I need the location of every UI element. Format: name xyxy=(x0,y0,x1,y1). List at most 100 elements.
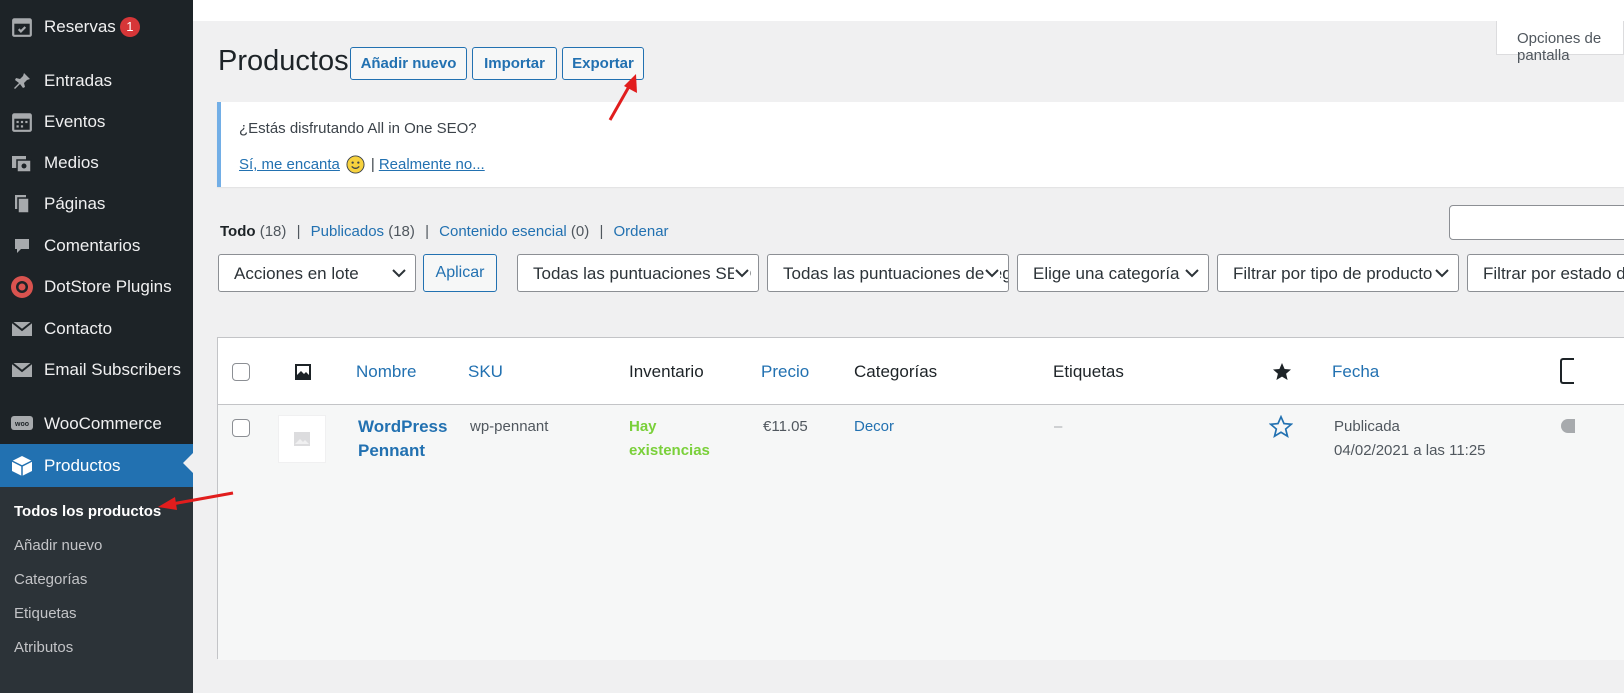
top-bar xyxy=(193,0,1624,21)
chevron-down-icon xyxy=(984,263,1000,288)
sidebar-item-eventos[interactable]: Eventos xyxy=(0,103,193,141)
export-button[interactable]: Exportar xyxy=(562,47,644,80)
submenu-item-categorias[interactable]: Categorías xyxy=(14,571,87,588)
product-price: €11.05 xyxy=(763,418,808,435)
products-table: Nombre SKU Inventario Precio Categorías … xyxy=(217,337,1624,660)
sidebar-item-paginas[interactable]: Páginas xyxy=(0,185,193,223)
featured-star-icon[interactable] xyxy=(1268,414,1294,444)
productos-submenu: Todos los productos Añadir nuevo Categor… xyxy=(0,487,193,693)
product-sku: wp-pennant xyxy=(470,418,549,435)
date-status: Publicada xyxy=(1334,418,1400,435)
comment-icon xyxy=(0,236,44,256)
featured-column-star-icon[interactable] xyxy=(1272,362,1292,387)
sidebar-item-contacto[interactable]: Contacto xyxy=(0,310,193,348)
seo-score-filter[interactable]: Todas las puntuaciones SEO xyxy=(517,254,759,292)
box-icon xyxy=(0,454,44,478)
view-count: (0) xyxy=(570,223,590,240)
bulk-actions-value: Acciones en lote xyxy=(234,264,359,283)
row-actions-dot xyxy=(1561,419,1575,433)
sidebar-item-label: Eventos xyxy=(44,112,106,131)
view-contenido-esencial[interactable]: Contenido esencial xyxy=(439,223,567,240)
add-new-button[interactable]: Añadir nuevo xyxy=(350,47,467,80)
view-publicados[interactable]: Publicados xyxy=(311,223,384,240)
product-category-link[interactable]: Decor xyxy=(854,415,894,439)
column-toggle-icon[interactable] xyxy=(1560,358,1574,384)
apply-button[interactable]: Aplicar xyxy=(423,254,497,292)
notice-links: Sí, me encanta | Realmente no... xyxy=(239,155,485,174)
page-title: Productos xyxy=(218,45,349,77)
notice-separator: | xyxy=(370,156,375,173)
sidebar-item-label: Reservas xyxy=(44,17,116,36)
product-type-filter[interactable]: Filtrar por tipo de producto xyxy=(1217,254,1459,292)
media-icon xyxy=(0,153,44,173)
notice-question: ¿Estás disfrutando All in One SEO? xyxy=(239,120,477,137)
seo-notice: ¿Estás disfrutando All in One SEO? Sí, m… xyxy=(217,102,1624,187)
date-value: 04/02/2021 a las 11:25 xyxy=(1334,442,1486,459)
stock-status: Hay existencias xyxy=(629,418,710,459)
row-checkbox[interactable] xyxy=(232,419,250,437)
sidebar-item-productos[interactable]: Productos xyxy=(0,444,193,487)
view-filters: Todo (18) | Publicados (18) | Contenido … xyxy=(220,223,669,240)
import-button[interactable]: Importar xyxy=(472,47,557,80)
mail-icon xyxy=(0,361,44,379)
sidebar-item-label: Contacto xyxy=(44,319,113,338)
chevron-down-icon xyxy=(734,263,750,288)
product-name-link[interactable]: WordPress Pennant xyxy=(358,415,458,463)
screen-options-button[interactable]: Opciones de pantalla xyxy=(1496,21,1624,64)
stock-status-filter[interactable]: Filtrar por estado de inventario xyxy=(1467,254,1624,292)
sidebar-item-medios[interactable]: Medios xyxy=(0,144,193,182)
sidebar-item-label: Medios xyxy=(44,153,99,172)
table-row: WordPress Pennant wp-pennant Hay existen… xyxy=(218,405,1624,660)
sidebar-item-comentarios[interactable]: Comentarios xyxy=(0,227,193,265)
product-tags: – xyxy=(1054,418,1063,435)
product-type-value: Filtrar por tipo de producto xyxy=(1233,264,1433,283)
image-column-icon xyxy=(294,363,312,386)
smiley-icon xyxy=(346,155,365,174)
notice-no-link[interactable]: Realmente no... xyxy=(379,156,485,173)
product-date: Publicada 04/02/2021 a las 11:25 xyxy=(1334,415,1486,463)
submenu-item-etiquetas[interactable]: Etiquetas xyxy=(14,605,77,622)
column-precio[interactable]: Precio xyxy=(761,362,809,382)
calendar-icon xyxy=(0,111,44,133)
column-sku[interactable]: SKU xyxy=(468,362,503,382)
dotstore-icon xyxy=(0,275,44,299)
view-ordenar[interactable]: Ordenar xyxy=(614,223,669,240)
category-value: Elige una categoría xyxy=(1033,264,1180,283)
select-all-checkbox[interactable] xyxy=(232,363,250,381)
pages-icon xyxy=(0,194,44,214)
view-count: (18) xyxy=(388,223,415,240)
sidebar-item-label: Páginas xyxy=(44,194,106,213)
readability-filter[interactable]: Todas las puntuaciones de legibilidad xyxy=(767,254,1009,292)
column-fecha[interactable]: Fecha xyxy=(1332,362,1379,382)
category-filter[interactable]: Elige una categoría xyxy=(1017,254,1209,292)
current-menu-arrow xyxy=(183,453,193,473)
seo-score-value: Todas las puntuaciones SEO xyxy=(533,264,752,283)
chevron-down-icon xyxy=(391,263,407,288)
woocommerce-icon: woo xyxy=(0,414,44,434)
sidebar-item-label: WooCommerce xyxy=(44,414,162,433)
sidebar-item-label: Comentarios xyxy=(44,236,141,255)
sidebar-item-entradas[interactable]: Entradas xyxy=(0,62,193,100)
submenu-item-atributos[interactable]: Atributos xyxy=(14,639,73,656)
notification-badge: 1 xyxy=(119,17,140,37)
sidebar-item-woocommerce[interactable]: woo WooCommerce xyxy=(0,405,193,443)
submenu-item-anadir-nuevo[interactable]: Añadir nuevo xyxy=(14,537,102,554)
sidebar-item-label: Email Subscribers xyxy=(44,360,181,379)
submenu-item-todos-productos[interactable]: Todos los productos xyxy=(14,503,161,520)
pin-icon xyxy=(0,71,44,91)
stock-status-value: Filtrar por estado de inventario xyxy=(1483,264,1624,283)
bulk-actions-select[interactable]: Acciones en lote xyxy=(218,254,416,292)
product-thumbnail[interactable] xyxy=(278,415,326,463)
sidebar-item-dotstore[interactable]: DotStore Plugins xyxy=(0,268,193,306)
search-input[interactable] xyxy=(1449,205,1624,240)
view-count: (18) xyxy=(259,223,287,240)
mail-icon xyxy=(0,320,44,338)
column-categorias: Categorías xyxy=(854,362,938,381)
admin-sidebar: Reservas 1 Entradas Eventos Medios Págin… xyxy=(0,0,193,693)
sidebar-item-reservas[interactable]: Reservas 1 xyxy=(0,8,193,46)
view-todo[interactable]: Todo xyxy=(220,223,256,240)
notice-yes-link[interactable]: Sí, me encanta xyxy=(239,156,340,173)
chevron-down-icon xyxy=(1184,263,1200,288)
column-nombre[interactable]: Nombre xyxy=(356,362,416,382)
sidebar-item-email-subscribers[interactable]: Email Subscribers xyxy=(0,351,193,389)
